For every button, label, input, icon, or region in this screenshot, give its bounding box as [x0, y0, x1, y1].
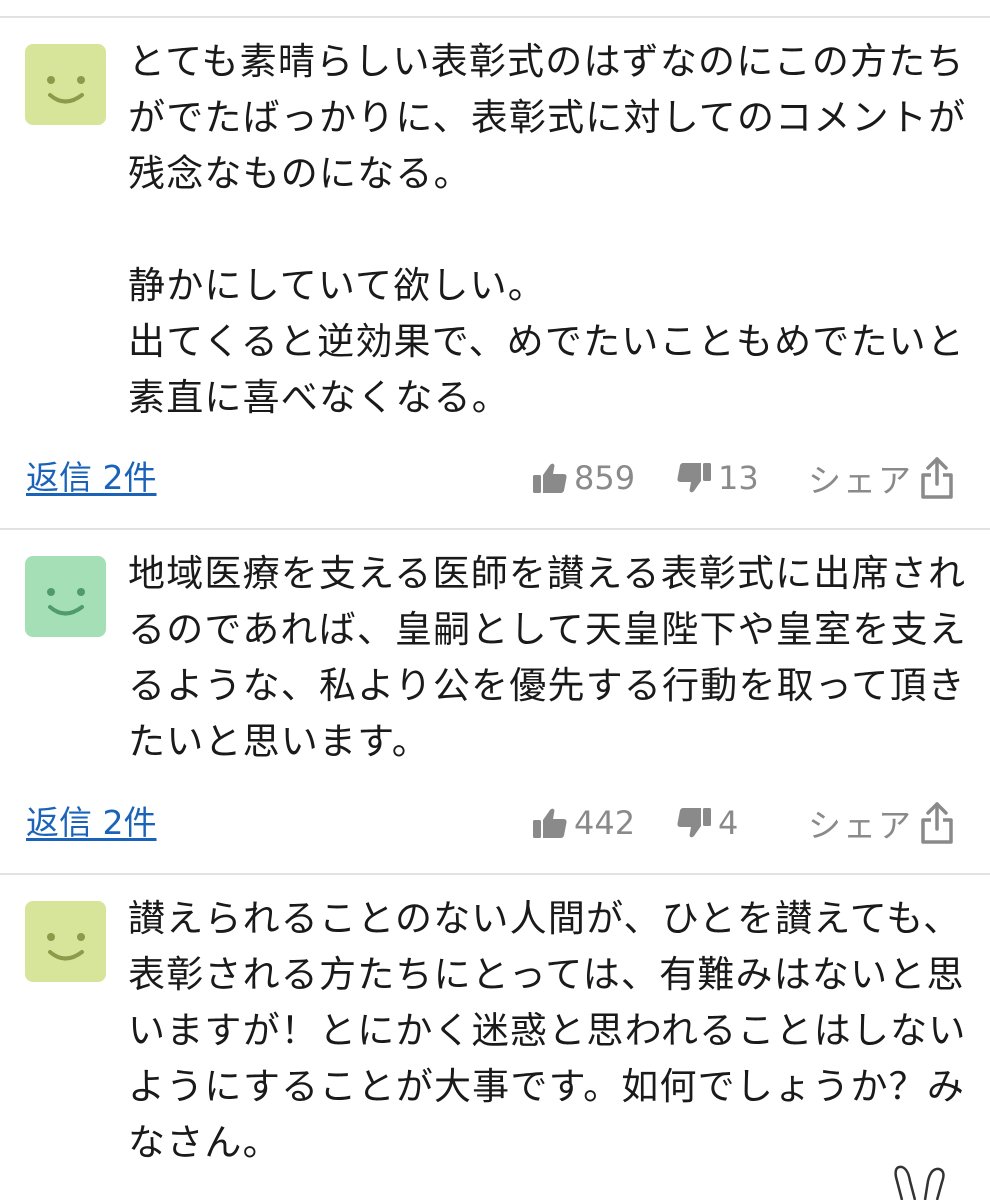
comment-line: 出てくると逆効果で、めでたいこともめでたいと: [128, 320, 966, 363]
smiley-face-icon: [47, 933, 85, 961]
reply-link[interactable]: 返信 2件: [26, 450, 157, 506]
smiley-face-icon: [47, 588, 85, 616]
smiley-face-icon: [47, 76, 85, 104]
comment-actions: 返信 2件 859 13 シェア: [0, 450, 990, 506]
avatar[interactable]: [25, 44, 106, 125]
avatar[interactable]: [25, 556, 106, 637]
thumbs-up-icon: [533, 463, 567, 493]
share-icon: [921, 457, 953, 499]
like-count: 442: [574, 804, 636, 842]
avatar[interactable]: [25, 901, 106, 982]
comment-text: とても素晴らしい表彰式のはずなのにこの方たち がでたばっかりに、表彰式に対しての…: [128, 34, 973, 426]
comment-text: 地域医療を支える医師を讃える表彰式に出席され るのであれば、皇嗣として天皇陛下や…: [128, 546, 973, 770]
comment-divider: [0, 528, 990, 530]
thumbs-up-icon: [533, 808, 567, 838]
comment-line: なさん。: [128, 1121, 281, 1164]
dislike-button[interactable]: 4: [676, 795, 738, 851]
like-button[interactable]: 859: [532, 450, 635, 506]
comment-line: 残念なものになる。: [128, 152, 472, 195]
share-label: シェア: [808, 806, 913, 845]
reply-link[interactable]: 返信 2件: [26, 795, 157, 851]
comment-divider: [0, 16, 990, 18]
comment-text: 讃えられることのない人間が、ひとを讃えても、 表彰される方たちにとっては、有難み…: [128, 891, 973, 1171]
comment-line: がでたばっかりに、表彰式に対してのコメントが: [128, 96, 967, 139]
comment-line: るような、私より公を優先する行動を取って頂き: [128, 664, 966, 707]
share-button[interactable]: シェア: [808, 795, 955, 851]
comment-line: たいと思います。: [128, 720, 430, 763]
dislike-count: 13: [718, 459, 759, 497]
share-icon: [921, 802, 953, 844]
like-button[interactable]: 442: [532, 795, 635, 851]
rabbit-mascot-icon: [894, 1165, 945, 1200]
comment-line: 静かにしていて欲しい。: [128, 264, 546, 307]
thumbs-down-icon: [677, 463, 711, 493]
comment-line: とても素晴らしい表彰式のはずなのにこの方たち: [128, 40, 965, 83]
comment-line: [128, 202, 973, 258]
thumbs-down-icon: [677, 808, 711, 838]
comment-line: 讃えられることのない人間が、ひとを讃えても、: [128, 897, 962, 940]
dislike-count: 4: [718, 804, 739, 842]
comment-line: いますが！とにかく迷惑と思われることはしない: [128, 1009, 967, 1052]
like-count: 859: [574, 459, 636, 497]
dislike-button[interactable]: 13: [676, 450, 759, 506]
comment-line: 地域医療を支える医師を讃える表彰式に出席され: [128, 552, 967, 595]
comment-divider: [0, 873, 990, 875]
comment-line: るのであれば、皇嗣として天皇陛下や皇室を支え: [128, 608, 967, 651]
comment-actions: 返信 2件 442 4 シェア: [0, 795, 990, 851]
comment-line: ようにすることが大事です。如何でしょうか？み: [128, 1065, 966, 1108]
share-label: シェア: [808, 461, 913, 500]
comment-line: 表彰される方たちにとっては、有難みはないと思: [128, 953, 965, 996]
share-button[interactable]: シェア: [808, 450, 955, 506]
comment-line: 素直に喜べなくなる。: [128, 376, 510, 419]
